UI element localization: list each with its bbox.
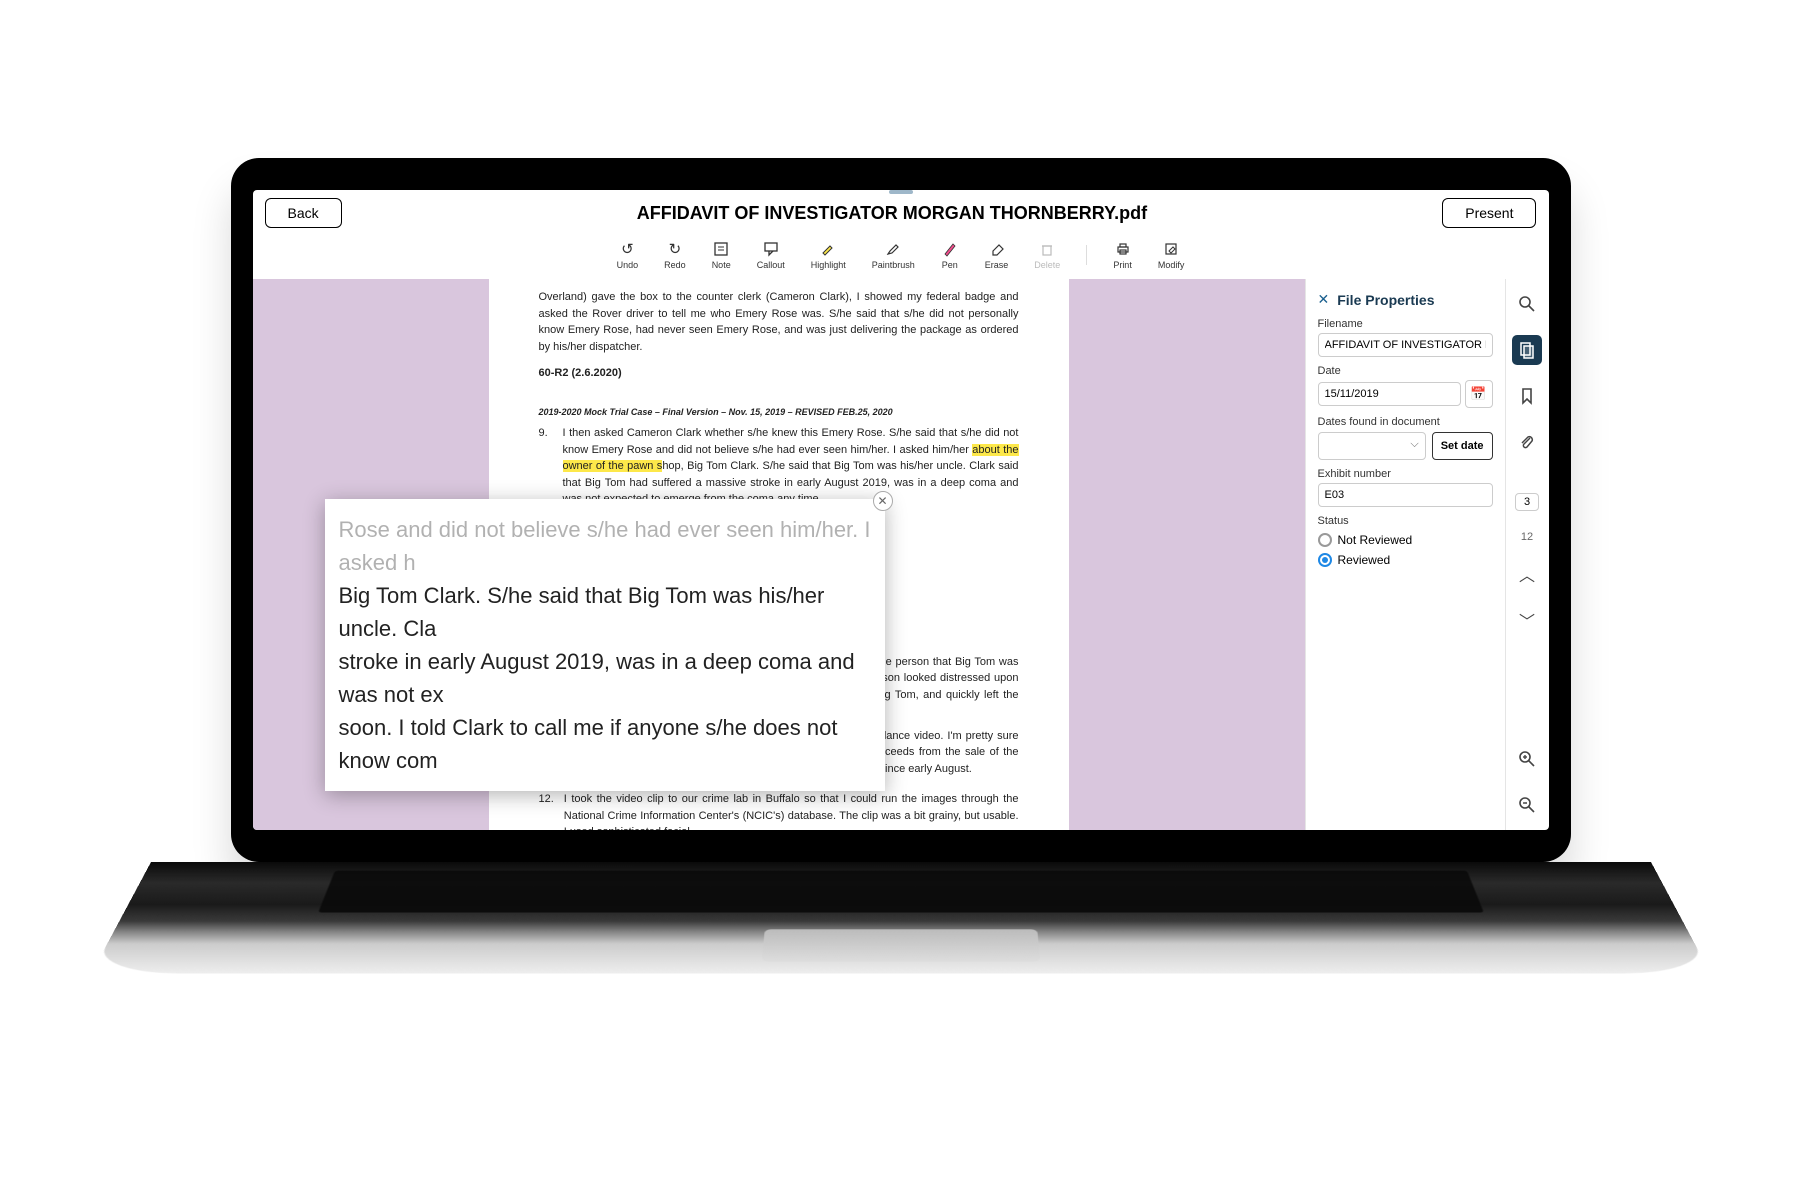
redo-icon: ↻ bbox=[666, 240, 684, 258]
erase-icon bbox=[988, 240, 1006, 258]
file-properties-panel: ✕ File Properties Filename Date 📅 Dates … bbox=[1305, 279, 1505, 830]
exhibit-number-field[interactable] bbox=[1318, 483, 1493, 507]
note-tool[interactable]: Note bbox=[712, 240, 731, 270]
close-icon[interactable]: ✕ bbox=[873, 491, 893, 511]
undo-tool[interactable]: ↺Undo bbox=[617, 240, 639, 270]
present-button[interactable]: Present bbox=[1442, 198, 1536, 228]
modify-tool[interactable]: Modify bbox=[1158, 240, 1185, 270]
laptop-base bbox=[91, 862, 1710, 973]
print-tool[interactable]: Print bbox=[1113, 240, 1132, 270]
text-magnifier: ✕ Rose and did not believe s/he had ever… bbox=[325, 499, 885, 791]
search-icon[interactable] bbox=[1512, 289, 1542, 319]
redo-tool[interactable]: ↻Redo bbox=[664, 240, 686, 270]
erase-tool[interactable]: Erase bbox=[985, 240, 1009, 270]
close-panel-icon[interactable]: ✕ bbox=[1318, 291, 1330, 308]
status-reviewed-radio[interactable]: Reviewed bbox=[1318, 553, 1493, 567]
pen-tool[interactable]: Pen bbox=[941, 240, 959, 270]
undo-icon: ↺ bbox=[618, 240, 636, 258]
date-field[interactable] bbox=[1318, 382, 1461, 406]
page-up-icon[interactable]: ︿ bbox=[1512, 559, 1542, 589]
calendar-icon[interactable]: 📅 bbox=[1465, 380, 1493, 408]
print-icon bbox=[1114, 240, 1132, 258]
highlight-tool[interactable]: Highlight bbox=[811, 240, 846, 270]
properties-icon[interactable] bbox=[1512, 335, 1542, 365]
back-button[interactable]: Back bbox=[265, 198, 342, 228]
right-tab-strip: 3 12 ︿ ﹀ bbox=[1505, 279, 1549, 830]
modify-icon bbox=[1162, 240, 1180, 258]
paperclip-icon[interactable] bbox=[1512, 427, 1542, 457]
status-not-reviewed-radio[interactable]: Not Reviewed bbox=[1318, 533, 1493, 547]
callout-tool[interactable]: Callout bbox=[757, 240, 785, 270]
set-date-button[interactable]: Set date bbox=[1432, 432, 1493, 460]
radio-icon bbox=[1318, 553, 1332, 567]
note-icon bbox=[712, 240, 730, 258]
dates-found-select[interactable] bbox=[1318, 432, 1426, 460]
highlight-icon bbox=[819, 240, 837, 258]
page-current[interactable]: 3 bbox=[1515, 493, 1539, 511]
filename-field[interactable] bbox=[1318, 333, 1493, 357]
page-total: 12 bbox=[1521, 531, 1533, 543]
bookmark-icon[interactable] bbox=[1512, 381, 1542, 411]
paintbrush-icon bbox=[884, 240, 902, 258]
document-viewport[interactable]: Overland) gave the box to the counter cl… bbox=[253, 279, 1305, 830]
toolbar: ↺Undo ↻Redo Note Callout Highlight Paint… bbox=[253, 236, 1549, 279]
callout-icon bbox=[762, 240, 780, 258]
page-down-icon[interactable]: ﹀ bbox=[1512, 605, 1542, 635]
zoom-out-icon[interactable] bbox=[1512, 790, 1542, 820]
paintbrush-tool[interactable]: Paintbrush bbox=[872, 240, 915, 270]
trash-icon bbox=[1038, 240, 1056, 258]
radio-icon bbox=[1318, 533, 1332, 547]
file-title: AFFIDAVIT OF INVESTIGATOR MORGAN THORNBE… bbox=[637, 203, 1147, 224]
zoom-in-icon[interactable] bbox=[1512, 744, 1542, 774]
pen-icon bbox=[941, 240, 959, 258]
delete-tool: Delete bbox=[1034, 240, 1060, 270]
